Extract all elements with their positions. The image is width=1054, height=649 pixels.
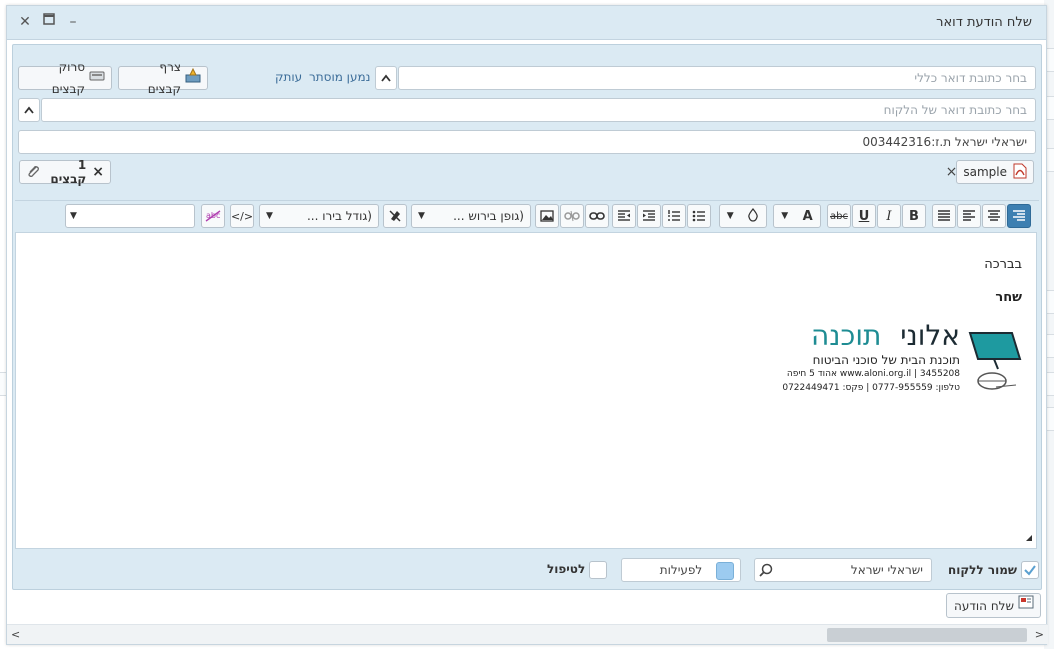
chevron-down-icon: ▼: [781, 211, 789, 221]
chevron-up-icon[interactable]: [375, 66, 397, 90]
activities-label: לפעילות: [659, 563, 703, 577]
customer-email-input[interactable]: בחר כתובת דואר של הלקוח: [41, 98, 1036, 122]
drop-icon: [747, 207, 759, 225]
bold-button[interactable]: B: [902, 204, 926, 228]
font-family-value: (גופן בירוש ...: [453, 209, 524, 223]
attachment-sample[interactable]: sample ×: [946, 160, 1034, 184]
maximize-icon[interactable]: [39, 12, 59, 32]
indent-icon[interactable]: [612, 204, 636, 228]
greeting-text: בברכה: [984, 257, 1022, 272]
attachments-count-label: 1 קבצים: [50, 158, 87, 186]
attachments-count-chip[interactable]: × 1 קבצים: [19, 158, 111, 186]
logo-phone: טלפון: 0777-955559 | פקס: 0722449471: [782, 383, 960, 393]
message-editor[interactable]: בברכה שחר אלוני תוכנה תוכנת הבית של סוכנ…: [15, 232, 1037, 549]
hidden-recipient-link[interactable]: נמען מוסתר: [309, 70, 370, 84]
scrollbar-thumb[interactable]: [827, 628, 1027, 642]
horizontal-scrollbar[interactable]: < >: [7, 624, 1048, 644]
font-family-dropdown[interactable]: ▼ (גופן בירוש ...: [411, 204, 531, 228]
scroll-right-icon[interactable]: >: [1035, 628, 1044, 641]
attach-files-button[interactable]: צרף קבצים: [118, 60, 208, 96]
italic-button[interactable]: I: [877, 204, 901, 228]
align-right-icon[interactable]: [1007, 204, 1031, 228]
attach-files-label: צרף קבצים: [147, 60, 181, 96]
logo-name-dark: אלוני: [900, 319, 960, 352]
logo-tagline: תוכנת הבית של סוכני הביטוח: [812, 353, 960, 367]
image-icon[interactable]: [535, 204, 559, 228]
treatment-checkbox[interactable]: [589, 561, 607, 579]
general-email-input[interactable]: בחר כתובת דואר כללי: [398, 66, 1036, 90]
close-icon[interactable]: ✕: [15, 12, 35, 32]
search-icon[interactable]: [759, 563, 773, 580]
link-icon[interactable]: [585, 204, 609, 228]
resize-handle-icon[interactable]: [1026, 535, 1032, 541]
scanner-icon: [89, 67, 105, 90]
activities-checkbox[interactable]: [716, 562, 734, 580]
chevron-down-icon: ▼: [266, 211, 273, 221]
text-color-dropdown[interactable]: ▼ A: [773, 204, 821, 228]
scan-files-label: סרוק קבצים: [51, 60, 85, 96]
remove-attachment-icon[interactable]: ×: [946, 164, 958, 180]
remove-all-icon[interactable]: ×: [92, 164, 104, 180]
bullet-list-icon[interactable]: [687, 204, 711, 228]
monitor-icon: [968, 332, 1022, 390]
clear-format-icon[interactable]: [383, 204, 407, 228]
customer-search-input[interactable]: ישראלי ישראל: [754, 558, 932, 582]
underline-button[interactable]: U: [852, 204, 876, 228]
attachment-name: sample: [963, 165, 1007, 179]
align-center-icon[interactable]: [982, 204, 1006, 228]
company-logo: אלוני תוכנה תוכנת הבית של סוכני הביטוח w…: [782, 319, 1024, 395]
attach-icon: [185, 67, 201, 90]
copy-link[interactable]: עותק: [275, 70, 302, 84]
text-color-icon: A: [802, 208, 813, 224]
align-justify-icon[interactable]: [932, 204, 956, 228]
save-options: שמור ללקוח ישראלי ישראל לפעילות לטיפול: [13, 553, 1043, 589]
chevron-down-icon: ▼: [726, 211, 734, 221]
scroll-left-icon[interactable]: <: [11, 628, 20, 641]
chevron-down-icon: ▼: [70, 211, 77, 221]
style-dropdown[interactable]: ▼: [65, 204, 195, 228]
save-to-customer-label: שמור ללקוח: [947, 563, 1017, 577]
dialog-title: שלח הודעת דואר: [936, 15, 1032, 30]
paperclip-icon: [26, 164, 40, 181]
customer-search-value: ישראלי ישראל: [850, 563, 923, 577]
scan-files-button[interactable]: סרוק קבצים: [18, 60, 112, 96]
signer-name: שחר: [995, 290, 1022, 305]
send-message-label: שלח הודעה: [954, 598, 1014, 613]
align-left-icon[interactable]: [957, 204, 981, 228]
outdent-icon[interactable]: [637, 204, 661, 228]
logo-address: www.aloni.org.il | 3455208 אהוד 5 חיפה: [786, 369, 960, 379]
dialog-titlebar: שלח הודעת דואר ✕ –: [7, 6, 1046, 40]
compose-panel: בחר כתובת דואר כללי נמען מוסתר עותק צרף …: [12, 44, 1042, 590]
send-mail-dialog: שלח הודעת דואר ✕ – בחר כתובת דואר כללי נ…: [6, 5, 1048, 645]
chevron-down-icon: ▼: [418, 211, 425, 221]
unlink-icon[interactable]: [560, 204, 584, 228]
numbered-list-icon[interactable]: [662, 204, 686, 228]
strikethrough-button[interactable]: abc: [827, 204, 851, 228]
font-size-dropdown[interactable]: ▼ (גודל בירו ...: [259, 204, 379, 228]
send-icon: [1018, 594, 1034, 617]
save-to-customer-checkbox[interactable]: [1021, 561, 1039, 579]
pdf-icon: [1013, 163, 1027, 182]
source-code-button[interactable]: </>: [230, 204, 254, 228]
background-color-dropdown[interactable]: ▼: [719, 204, 767, 228]
chevron-up-icon[interactable]: [18, 98, 40, 122]
spellcheck-icon[interactable]: abc: [201, 204, 225, 228]
minimize-icon[interactable]: –: [63, 12, 83, 32]
subject-input[interactable]: ישראלי ישראל ת.ז:003442316: [18, 130, 1036, 154]
treatment-label: לטיפול: [547, 562, 586, 576]
font-size-value: (גודל בירו ...: [306, 209, 372, 223]
send-message-button[interactable]: שלח הודעה: [946, 593, 1041, 618]
logo-name-teal: תוכנה: [811, 319, 882, 352]
editor-toolbar: B I U abc ▼ A ▼ ▼ (גופן בירוש ... ▼ (גוד…: [15, 200, 1039, 230]
